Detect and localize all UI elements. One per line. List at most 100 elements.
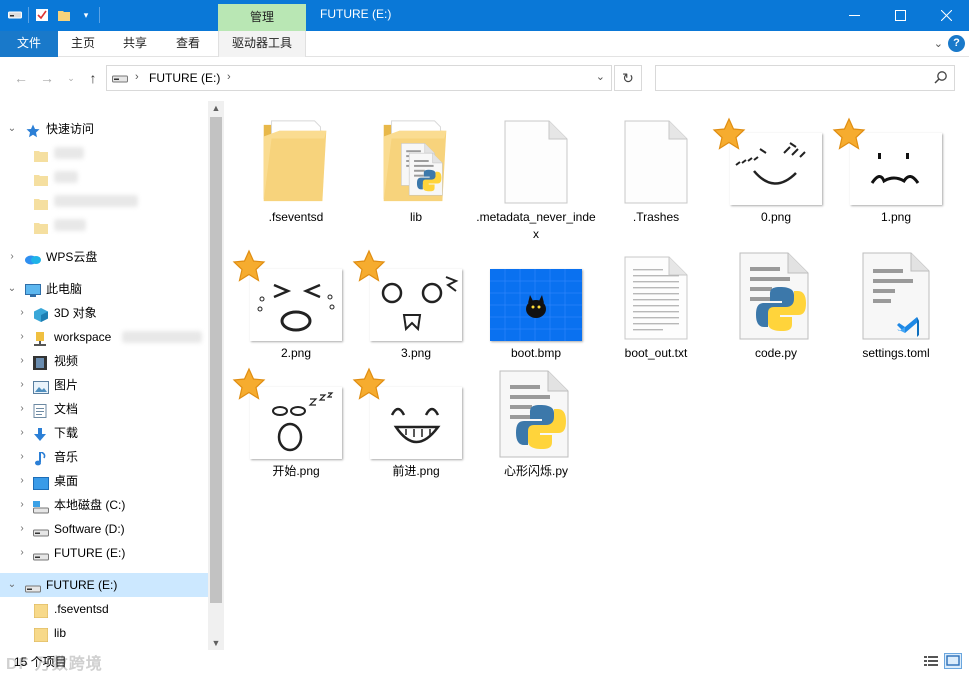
expand-icon[interactable]: ›	[16, 301, 28, 325]
search-input[interactable]	[655, 65, 955, 91]
drive-icon	[33, 522, 49, 537]
tab-view[interactable]: 查看	[163, 31, 213, 57]
recent-locations-button[interactable]: ⌄	[62, 69, 80, 87]
quick-access-toolbar: ▾	[6, 6, 100, 24]
expand-icon[interactable]: ›	[16, 397, 28, 421]
sidebar-item-software-d[interactable]: › Software (D:)	[0, 517, 208, 541]
sidebar-item-this-pc[interactable]: ⌄ 此电脑	[0, 277, 208, 301]
sidebar-item-documents[interactable]: › 文档	[0, 397, 208, 421]
customize-toolbar-icon[interactable]: ▾	[77, 6, 95, 24]
sidebar-item-downloads[interactable]: › 下载	[0, 421, 208, 445]
collapse-icon[interactable]: ⌄	[6, 277, 18, 301]
help-icon[interactable]: ?	[948, 35, 965, 52]
breadcrumb-chevron-icon[interactable]: ›	[135, 71, 139, 83]
expand-icon[interactable]: ›	[6, 245, 18, 269]
breadcrumb-drive[interactable]: FUTURE (E:)	[149, 71, 220, 85]
expand-icon[interactable]: ›	[16, 373, 28, 397]
folder-icon	[236, 109, 356, 205]
expand-icon[interactable]: ›	[16, 421, 28, 445]
sidebar-item-future-e-selected[interactable]: ⌄ FUTURE (E:)	[0, 573, 208, 597]
expand-icon[interactable]: ›	[16, 541, 28, 565]
sidebar-item-workspace[interactable]: › workspace	[0, 325, 208, 349]
sidebar-item-local-disk-c[interactable]: › 本地磁盘 (C:)	[0, 493, 208, 517]
cube-icon	[33, 306, 49, 322]
expand-ribbon-icon[interactable]: ⌄	[934, 37, 943, 50]
file-name: 3.png	[400, 346, 432, 360]
sidebar-label: 此电脑	[46, 282, 83, 296]
file-name: 1.png	[880, 210, 912, 224]
sidebar-item-wps[interactable]: › WPS云盘	[0, 245, 208, 269]
file-name: .metadata_never_index	[476, 210, 596, 241]
sidebar-item-pinned[interactable]	[0, 141, 208, 165]
expand-icon[interactable]: ›	[16, 469, 28, 493]
collapse-icon[interactable]: ⌄	[6, 573, 18, 597]
tab-share[interactable]: 共享	[110, 31, 160, 57]
address-dropdown-icon[interactable]: ⌄	[596, 70, 605, 83]
computer-icon	[25, 282, 41, 297]
vscode-file-icon	[836, 245, 956, 341]
pictures-icon	[33, 378, 49, 394]
sidebar-label: workspace	[54, 330, 112, 344]
address-bar[interactable]: › FUTURE (E:) › ⌄	[106, 65, 612, 91]
python-file-icon	[716, 245, 836, 341]
sidebar-item-videos[interactable]: › 视频	[0, 349, 208, 373]
sidebar-item-lib[interactable]: lib	[0, 621, 208, 645]
properties-icon[interactable]	[33, 6, 51, 24]
large-icons-view-icon[interactable]	[944, 653, 962, 669]
sidebar-item-pinned[interactable]	[0, 213, 208, 237]
expand-icon[interactable]: ›	[16, 517, 28, 541]
window-title: FUTURE (E:)	[320, 7, 392, 21]
refresh-button[interactable]: ↻	[614, 65, 642, 91]
cloud-icon	[24, 250, 41, 265]
forward-button[interactable]: →	[38, 69, 56, 87]
sidebar-label: 文档	[54, 402, 79, 416]
new-folder-icon[interactable]	[55, 6, 73, 24]
file-name: 前进.png	[392, 464, 440, 478]
expand-icon[interactable]: ›	[16, 445, 28, 469]
sidebar-label: 图片	[54, 378, 79, 392]
folder-icon	[33, 602, 50, 619]
sidebar-item-future-e[interactable]: › FUTURE (E:)	[0, 541, 208, 565]
sidebar-label: 桌面	[54, 474, 79, 488]
folder-icon	[34, 146, 50, 162]
sidebar-item-pinned[interactable]	[0, 165, 208, 189]
folder-icon	[34, 170, 50, 186]
back-button[interactable]: ←	[12, 69, 30, 87]
tab-file[interactable]: 文件	[0, 31, 58, 57]
close-button[interactable]	[923, 0, 969, 31]
tab-home[interactable]: 主页	[58, 31, 108, 57]
text-file-icon	[596, 245, 716, 341]
ribbon-tabs: 文件 主页 共享 查看 驱动器工具 ⌄ ?	[0, 31, 969, 57]
sidebar-item-fseventsd[interactable]: .fseventsd	[0, 597, 208, 621]
expand-icon[interactable]: ›	[16, 493, 28, 517]
drive-icon[interactable]	[6, 6, 24, 24]
sidebar-item-music[interactable]: › 音乐	[0, 445, 208, 469]
sidebar-item-3d-objects[interactable]: › 3D 对象	[0, 301, 208, 325]
scroll-up-icon[interactable]: ▲	[208, 103, 224, 113]
sidebar-label: Software (D:)	[54, 522, 125, 536]
file-name: code.py	[754, 346, 798, 360]
blurred-label	[54, 171, 78, 183]
expand-icon[interactable]: ›	[16, 349, 28, 373]
details-view-icon[interactable]	[922, 653, 940, 669]
breadcrumb-chevron-icon[interactable]: ›	[227, 71, 231, 83]
scrollbar-thumb[interactable]	[210, 117, 222, 603]
sidebar-label: 快速访问	[46, 122, 95, 136]
collapse-icon[interactable]: ⌄	[6, 117, 18, 141]
sidebar-item-desktop[interactable]: › 桌面	[0, 469, 208, 493]
scroll-down-icon[interactable]: ▼	[208, 638, 224, 648]
favorite-star-icon	[352, 249, 386, 283]
python-folder-icon	[356, 109, 476, 205]
sidebar-item-pinned[interactable]	[0, 189, 208, 213]
sidebar-scrollbar[interactable]: ▲ ▼	[208, 101, 224, 650]
sidebar-label: 3D 对象	[54, 306, 97, 320]
maximize-button[interactable]	[877, 0, 923, 31]
sidebar-item-pictures[interactable]: › 图片	[0, 373, 208, 397]
sidebar-item-quick-access[interactable]: ⌄ 快速访问	[0, 117, 208, 141]
expand-icon[interactable]: ›	[16, 325, 28, 349]
tab-drive-tools[interactable]: 驱动器工具	[218, 31, 306, 57]
minimize-button[interactable]	[831, 0, 877, 31]
file-view: .fseventsd lib .metadata_never_index .Tr…	[224, 101, 969, 650]
up-button[interactable]: ↑	[84, 69, 102, 87]
tab-manage[interactable]: 管理	[218, 4, 306, 31]
